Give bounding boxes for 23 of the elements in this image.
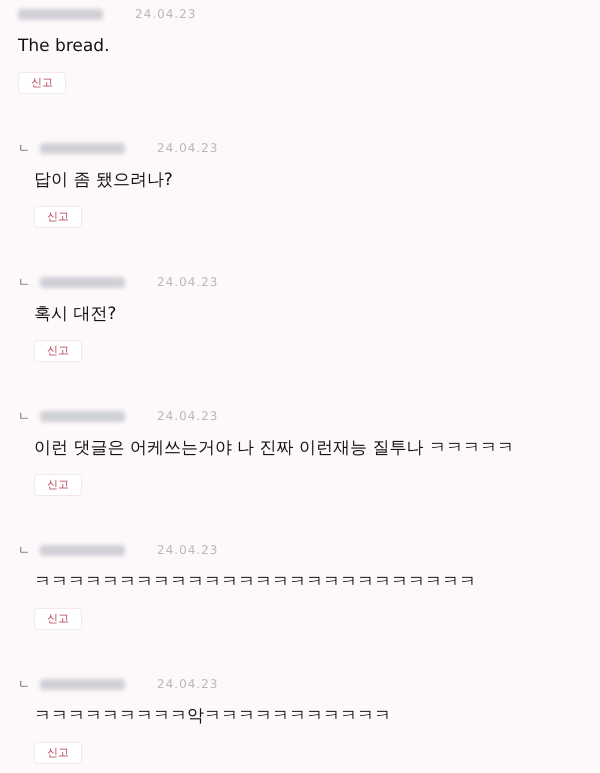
comment-text: ㅋㅋㅋㅋㅋㅋㅋㅋㅋㅋㅋㅋㅋㅋㅋㅋㅋㅋㅋㅋㅋㅋㅋㅋㅋㅋ [34,572,476,592]
comment-date: 24.04.23 [157,140,218,157]
report-button[interactable]: 신고 [34,474,82,496]
comment-date: 24.04.23 [157,676,218,693]
report-button[interactable]: 신고 [18,72,66,94]
reply-marker: ㄴ [18,542,31,559]
comment-text: 답이 좀 됐으려나? [34,170,173,190]
comment-text: 이런 댓글은 어케쓰는거야 나 진짜 이런재능 질투나 ㅋㅋㅋㅋㅋ [34,438,514,458]
comment-date: 24.04.23 [157,408,218,425]
comment-text: The bread. [18,36,110,56]
comment-text: 혹시 대전? [34,304,116,324]
comment-date: 24.04.23 [135,6,196,23]
comment-date: 24.04.23 [157,542,218,559]
report-button[interactable]: 신고 [34,340,82,362]
reply-marker: ㄴ [18,140,31,157]
reply-marker: ㄴ [18,676,31,693]
reply-marker: ㄴ [18,274,31,291]
report-button[interactable]: 신고 [34,742,82,764]
reply-marker: ㄴ [18,408,31,425]
comment-date: 24.04.23 [157,274,218,291]
report-button[interactable]: 신고 [34,206,82,228]
comment-text: ㅋㅋㅋㅋㅋㅋㅋㅋㅋ악ㅋㅋㅋㅋㅋㅋㅋㅋㅋㅋㅋ [34,706,391,726]
report-button[interactable]: 신고 [34,608,82,630]
